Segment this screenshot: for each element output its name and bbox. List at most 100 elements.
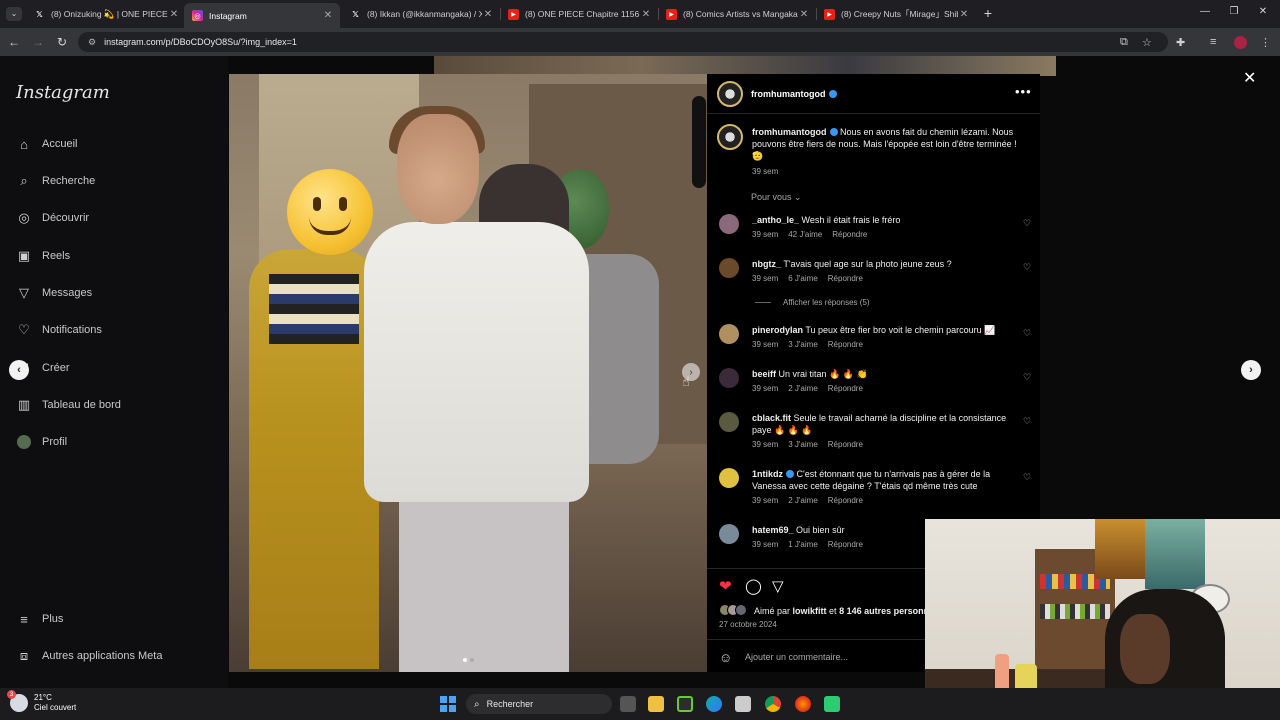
- comment-input[interactable]: Ajouter un commentaire...: [745, 652, 848, 662]
- windows-start-icon[interactable]: [440, 696, 456, 712]
- comment-likes[interactable]: 6 J'aime: [788, 274, 818, 283]
- nvidia-icon[interactable]: [677, 696, 693, 712]
- comment-like-heart-icon[interactable]: ♡: [1023, 328, 1031, 339]
- author-username[interactable]: fromhumantogod: [751, 89, 837, 99]
- close-modal-icon[interactable]: ✕: [1243, 68, 1256, 88]
- share-icon[interactable]: ▽: [772, 577, 784, 595]
- sidebar-item-notifications[interactable]: ♡ Notifications: [16, 320, 102, 340]
- comment-like-heart-icon[interactable]: ♡: [1023, 372, 1031, 383]
- commenter-username[interactable]: hatem69_: [752, 525, 794, 535]
- close-tab-icon[interactable]: ✕: [798, 9, 810, 20]
- more-options-icon[interactable]: •••: [1015, 84, 1032, 99]
- comment-likes[interactable]: 3 J'aime: [788, 440, 818, 449]
- media-controls-icon[interactable]: ≡: [1210, 36, 1216, 48]
- sidebar-item-profile[interactable]: Profil: [16, 432, 67, 452]
- weather-widget[interactable]: 3 21°C Ciel couvert: [7, 690, 76, 713]
- commenter-avatar[interactable]: [719, 214, 739, 234]
- commenter-username[interactable]: cblack.fit: [752, 413, 791, 423]
- reply-button[interactable]: Répondre: [828, 540, 863, 549]
- comment-likes[interactable]: 2 J'aime: [788, 496, 818, 505]
- comment-like-heart-icon[interactable]: ♡: [1023, 262, 1031, 273]
- sidebar-item-more[interactable]: ≡ Plus: [16, 609, 63, 629]
- reply-button[interactable]: Répondre: [828, 440, 863, 449]
- view-replies-link[interactable]: Afficher les réponses (5): [755, 298, 870, 307]
- file-explorer-icon[interactable]: [648, 696, 664, 712]
- back-arrow-icon[interactable]: ←: [6, 35, 22, 49]
- new-tab-button[interactable]: +: [980, 5, 996, 21]
- minimize-button[interactable]: —: [1197, 6, 1213, 17]
- close-tab-icon[interactable]: ✕: [322, 10, 334, 21]
- tab-ikkan[interactable]: 𝕏 (8) Ikkan (@ikkanmangaka) / X ✕: [342, 4, 500, 24]
- liked-by-text[interactable]: Aimé par lowikfitt et 8 146 autres perso…: [754, 606, 939, 616]
- forward-arrow-icon[interactable]: →: [30, 35, 46, 49]
- sidebar-item-home[interactable]: ⌂ Accueil: [16, 134, 77, 154]
- emoji-picker-icon[interactable]: ☺: [719, 650, 732, 665]
- commenter-avatar[interactable]: [719, 412, 739, 432]
- commenter-username[interactable]: nbgtz_: [752, 259, 781, 269]
- commenter-avatar[interactable]: [719, 524, 739, 544]
- browser-menu-icon[interactable]: ⋮: [1260, 36, 1271, 49]
- taskbar-search[interactable]: ⌕ Rechercher: [466, 694, 612, 714]
- extensions-icon[interactable]: ✚: [1176, 36, 1185, 49]
- comment-like-heart-icon[interactable]: ♡: [1023, 416, 1031, 427]
- close-tab-icon[interactable]: ✕: [482, 9, 494, 20]
- reply-button[interactable]: Répondre: [828, 274, 863, 283]
- reply-button[interactable]: Répondre: [828, 496, 863, 505]
- close-tab-icon[interactable]: ✕: [640, 9, 652, 20]
- bookmark-star-icon[interactable]: ☆: [1142, 36, 1152, 49]
- comment-like-heart-icon[interactable]: ♡: [1023, 472, 1031, 483]
- reload-icon[interactable]: ↻: [54, 35, 70, 49]
- sidebar-item-search[interactable]: ⌕ Recherche: [16, 171, 95, 191]
- comment-likes[interactable]: 2 J'aime: [788, 384, 818, 393]
- close-window-button[interactable]: ✕: [1255, 6, 1271, 17]
- instagram-logo[interactable]: Instagram: [16, 82, 110, 103]
- close-tab-icon[interactable]: ✕: [168, 9, 180, 20]
- author-avatar[interactable]: [717, 81, 743, 107]
- comment-icon[interactable]: ◯: [745, 577, 762, 595]
- comment-likes[interactable]: 1 J'aime: [788, 540, 818, 549]
- install-app-icon[interactable]: ⧉: [1120, 36, 1128, 49]
- sidebar-item-explore[interactable]: ◎ Découvrir: [16, 208, 89, 228]
- reply-button[interactable]: Répondre: [832, 230, 867, 239]
- commenter-avatar[interactable]: [719, 368, 739, 388]
- post-photo[interactable]: [229, 74, 707, 672]
- commenter-username[interactable]: _antho_le_: [752, 215, 799, 225]
- sidebar-item-meta-apps[interactable]: ⧈ Autres applications Meta: [16, 646, 163, 666]
- firefox-icon[interactable]: [795, 696, 811, 712]
- reply-button[interactable]: Répondre: [828, 384, 863, 393]
- reply-button[interactable]: Répondre: [828, 340, 863, 349]
- sidebar-item-dashboard[interactable]: ▥ Tableau de bord: [16, 395, 121, 415]
- comment-likes[interactable]: 42 J'aime: [788, 230, 822, 239]
- url-input[interactable]: ⚙ instagram.com/p/DBoCDOyO8Su/?img_index…: [78, 32, 1168, 52]
- commenter-avatar[interactable]: [719, 258, 739, 278]
- chrome-icon[interactable]: [765, 696, 781, 712]
- tab-instagram[interactable]: ◎ Instagram ✕: [184, 3, 340, 28]
- app-icon[interactable]: [824, 696, 840, 712]
- tab-search-button[interactable]: ⌄: [6, 7, 22, 21]
- tab-onizuking[interactable]: 𝕏 (8) Onizuking 💫 | ONE PIECE ✕: [26, 4, 186, 24]
- maximize-button[interactable]: ❐: [1226, 6, 1242, 17]
- tab-one-piece[interactable]: ▶ (8) ONE PIECE Chapitre 1156 - ✕: [500, 4, 658, 24]
- commenter-avatar[interactable]: [719, 468, 739, 488]
- commenter-avatar[interactable]: [719, 324, 739, 344]
- task-view-icon[interactable]: [620, 696, 636, 712]
- tab-creepy-nuts[interactable]: ▶ (8) Creepy Nuts「Mirage」Shibuy ✕: [816, 4, 976, 24]
- sidebar-item-messages[interactable]: ▽ Messages: [16, 283, 92, 303]
- site-settings-icon[interactable]: ⚙: [88, 37, 96, 48]
- previous-post-button[interactable]: ‹: [9, 360, 29, 380]
- edge-icon[interactable]: [706, 696, 722, 712]
- commenter-username[interactable]: pinerodylan: [752, 325, 803, 335]
- like-heart-icon[interactable]: ❤: [719, 577, 732, 595]
- comment-like-heart-icon[interactable]: ♡: [1023, 218, 1031, 229]
- tab-comics-artists[interactable]: ▶ (8) Comics Artists vs Mangakas ✕: [658, 4, 816, 24]
- caption-avatar[interactable]: [717, 124, 743, 150]
- sidebar-item-reels[interactable]: ▣ Reels: [16, 246, 70, 266]
- store-icon[interactable]: [735, 696, 751, 712]
- profile-avatar-icon[interactable]: [1234, 36, 1247, 49]
- close-tab-icon[interactable]: ✕: [958, 9, 970, 20]
- comment-likes[interactable]: 3 J'aime: [788, 340, 818, 349]
- commenter-username[interactable]: beeiff: [752, 369, 776, 379]
- comment-sort-dropdown[interactable]: Pour vous ⌄: [751, 192, 802, 203]
- next-post-button[interactable]: ›: [1241, 360, 1261, 380]
- commenter-username[interactable]: 1ntikdz: [752, 469, 783, 479]
